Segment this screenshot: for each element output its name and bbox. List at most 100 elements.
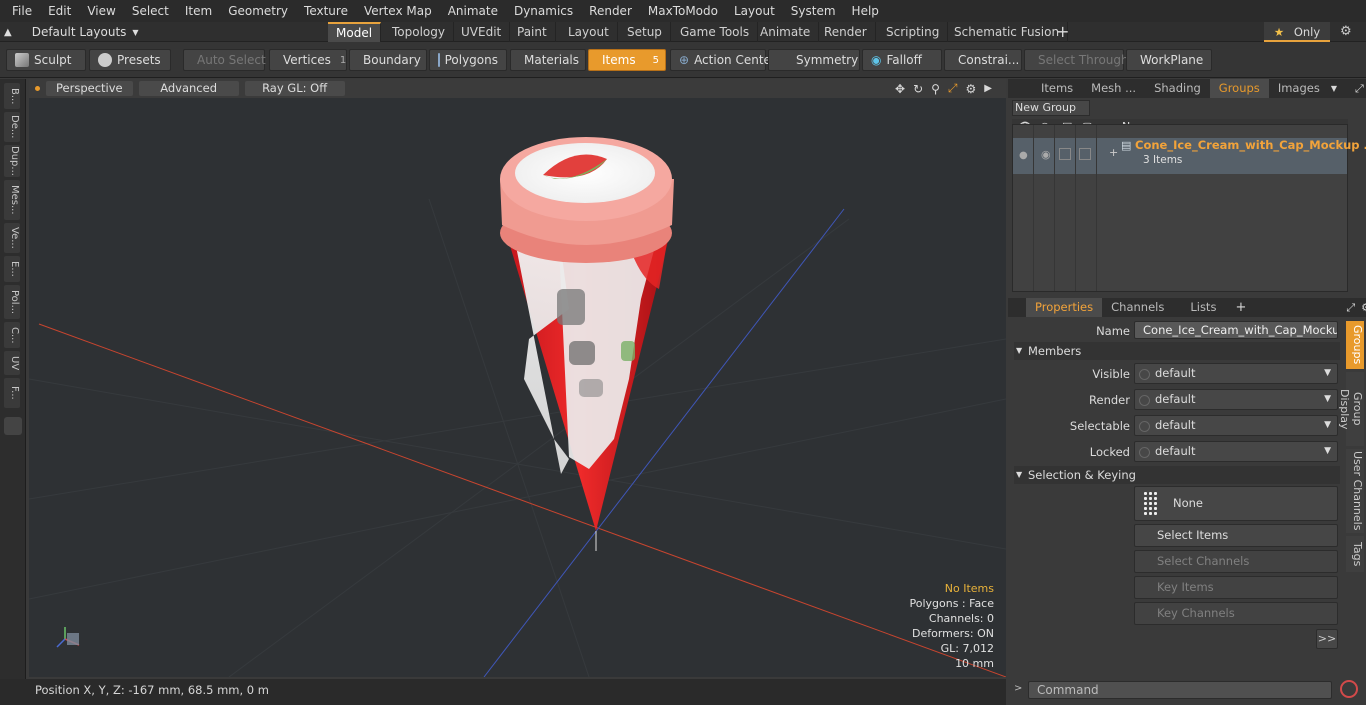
- boundary-button[interactable]: Boundary: [349, 49, 427, 71]
- shading-mode-button[interactable]: Advanced: [138, 81, 239, 96]
- tab-topology[interactable]: Topology: [384, 22, 454, 42]
- expand-panel-icon[interactable]: ⤢: [1355, 82, 1364, 96]
- menu-maxtomodo[interactable]: MaxToModo: [640, 0, 726, 22]
- add-tab-icon[interactable]: +: [1235, 300, 1246, 315]
- selection-set-none-button[interactable]: None: [1134, 486, 1338, 521]
- tab-render[interactable]: Render: [816, 22, 876, 42]
- locked-dropdown[interactable]: default ▼: [1134, 441, 1338, 462]
- layout-selector[interactable]: ▲ Default Layouts ▼: [4, 22, 139, 42]
- visible-dropdown[interactable]: default ▼: [1134, 363, 1338, 384]
- menu-layout[interactable]: Layout: [726, 0, 783, 22]
- maximize-view-icon[interactable]: ⤢: [948, 81, 958, 96]
- left-tab-curve[interactable]: C...: [4, 322, 20, 348]
- tab-model[interactable]: Model: [328, 22, 382, 42]
- tab-items[interactable]: Items: [1032, 79, 1082, 98]
- tab-shading[interactable]: Shading: [1145, 79, 1210, 98]
- viewport-gear-icon[interactable]: ⚙: [966, 82, 977, 96]
- polygons-button[interactable]: Polygons: [429, 49, 507, 71]
- rotate-view-icon[interactable]: ↻: [913, 82, 923, 96]
- auto-select-button[interactable]: Auto Select: [183, 49, 266, 71]
- selection-keying-section[interactable]: ▼ Selection & Keying: [1014, 466, 1340, 484]
- select-through-button[interactable]: Select Through: [1024, 49, 1129, 71]
- side-tab-tags[interactable]: Tags: [1346, 536, 1364, 572]
- group-name-field[interactable]: Cone_Ice_Cream_with_Cap_Mockup_SI: [1134, 321, 1338, 339]
- sculpt-button[interactable]: Sculpt: [6, 49, 86, 71]
- key-channels-button[interactable]: Key Channels: [1134, 602, 1338, 625]
- menu-geometry[interactable]: Geometry: [220, 0, 296, 22]
- move-view-icon[interactable]: ✥: [895, 82, 905, 96]
- tab-properties[interactable]: Properties: [1026, 298, 1103, 317]
- viewport-menu-dot[interactable]: [35, 86, 40, 91]
- menu-render[interactable]: Render: [581, 0, 640, 22]
- layout-collapse-icon[interactable]: ▲: [4, 27, 12, 38]
- tab-game-tools[interactable]: Game Tools: [672, 22, 759, 42]
- tab-groups[interactable]: Groups: [1209, 79, 1269, 98]
- chevron-down-icon[interactable]: ▼: [1331, 84, 1337, 93]
- new-group-button[interactable]: New Group: [1012, 100, 1090, 116]
- left-tab-uv[interactable]: UV: [4, 351, 20, 375]
- left-tab-mesh[interactable]: Mes...: [4, 180, 20, 220]
- menu-edit[interactable]: Edit: [40, 0, 79, 22]
- presets-button[interactable]: Presets: [89, 49, 171, 71]
- side-tab-groups[interactable]: Groups: [1346, 321, 1364, 369]
- tab-scripting[interactable]: Scripting: [878, 22, 949, 42]
- menu-texture[interactable]: Texture: [296, 0, 356, 22]
- menu-file[interactable]: File: [4, 0, 40, 22]
- tab-lists[interactable]: Lists: [1181, 298, 1225, 317]
- command-input[interactable]: Command: [1028, 681, 1332, 699]
- left-tab-duplicate[interactable]: Dup...: [4, 145, 20, 177]
- 3d-viewport[interactable]: Perspective Advanced Ray GL: Off ✥ ↻ ⚲ ⤢…: [29, 79, 1006, 677]
- panel-gear-icon[interactable]: ⚙: [1361, 301, 1366, 314]
- view-mode-button[interactable]: Perspective: [46, 81, 133, 96]
- row-visibility-icon[interactable]: ●: [1019, 150, 1028, 161]
- zoom-view-icon[interactable]: ⚲: [931, 82, 940, 96]
- select-channels-button[interactable]: Select Channels: [1134, 550, 1338, 573]
- side-tab-user-channels[interactable]: User Channels: [1346, 449, 1364, 533]
- group-name[interactable]: Cone_Ice_Cream_with_Cap_Mockup ...: [1135, 138, 1366, 152]
- members-section[interactable]: ▼ Members: [1014, 342, 1340, 360]
- group-row[interactable]: ● ◉ + ▤ Cone_Ice_Cream_with_Cap_Mockup .…: [1013, 138, 1366, 174]
- tab-channels[interactable]: Channels: [1102, 298, 1173, 317]
- menu-system[interactable]: System: [783, 0, 844, 22]
- left-tab-vertex[interactable]: Ve...: [4, 223, 20, 253]
- tab-setup[interactable]: Setup: [619, 22, 671, 42]
- tab-images[interactable]: Images: [1269, 79, 1329, 98]
- left-tab-deform[interactable]: De...: [4, 112, 20, 142]
- raygl-button[interactable]: Ray GL: Off: [244, 81, 345, 96]
- menu-dynamics[interactable]: Dynamics: [506, 0, 581, 22]
- vertices-button[interactable]: Vertices 1: [269, 49, 347, 71]
- gear-icon[interactable]: ⚙: [1340, 22, 1352, 42]
- workplane-button[interactable]: WorkPlane: [1126, 49, 1212, 71]
- only-toggle[interactable]: ★ Only: [1264, 22, 1330, 42]
- menu-select[interactable]: Select: [124, 0, 177, 22]
- selectable-dropdown[interactable]: default ▼: [1134, 415, 1338, 436]
- left-strip-toggle[interactable]: [4, 417, 22, 435]
- menu-vertex-map[interactable]: Vertex Map: [356, 0, 440, 22]
- render-dropdown[interactable]: default ▼: [1134, 389, 1338, 410]
- left-tab-edge[interactable]: E...: [4, 256, 20, 282]
- row-select-checkbox[interactable]: [1079, 148, 1091, 160]
- materials-button[interactable]: Materials: [510, 49, 586, 71]
- key-items-button[interactable]: Key Items: [1134, 576, 1338, 599]
- viewport-play-icon[interactable]: ▶: [984, 83, 992, 94]
- left-tab-fusion[interactable]: F...: [4, 378, 20, 408]
- tab-mesh[interactable]: Mesh ...: [1082, 79, 1145, 98]
- menu-item[interactable]: Item: [177, 0, 220, 22]
- constrain-button[interactable]: Constrai...: [944, 49, 1022, 71]
- action-center-button[interactable]: ⊕ Action Center: [670, 49, 776, 71]
- tab-animate[interactable]: Animate: [752, 22, 820, 42]
- expand-icon[interactable]: +: [1109, 146, 1118, 159]
- add-tab-icon[interactable]: +: [1056, 22, 1069, 42]
- menu-view[interactable]: View: [79, 0, 123, 22]
- falloff-button[interactable]: ◉ Falloff: [862, 49, 942, 71]
- left-tab-basic[interactable]: B...: [4, 83, 20, 109]
- tab-schematic-fusion[interactable]: Schematic Fusion: [946, 22, 1069, 42]
- symmetry-button[interactable]: Symmetry: [768, 49, 860, 71]
- left-tab-polygon[interactable]: Pol...: [4, 285, 20, 319]
- menu-help[interactable]: Help: [844, 0, 887, 22]
- menu-animate[interactable]: Animate: [440, 0, 506, 22]
- tab-layout[interactable]: Layout: [560, 22, 618, 42]
- items-button[interactable]: Items 5: [588, 49, 666, 71]
- row-render-icon[interactable]: ◉: [1041, 148, 1051, 161]
- tab-paint[interactable]: Paint: [509, 22, 556, 42]
